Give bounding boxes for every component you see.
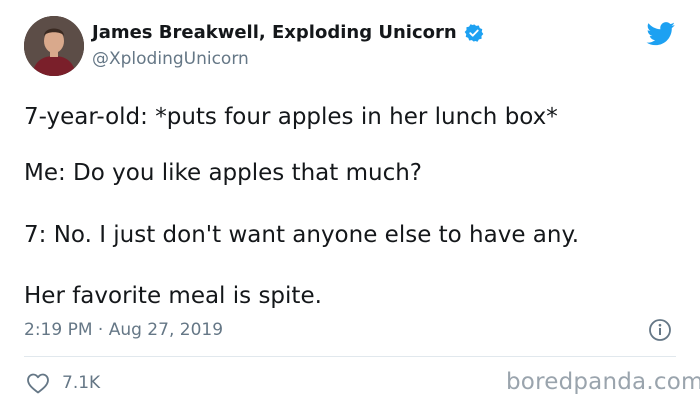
verified-badge-icon [464, 23, 484, 42]
display-name[interactable]: James Breakwell, Exploding Unicorn [92, 22, 457, 43]
avatar[interactable] [24, 16, 84, 76]
info-icon[interactable] [648, 318, 672, 342]
tweet-timestamp[interactable]: 2:19 PM · Aug 27, 2019 [24, 320, 223, 340]
tweet-text-line: 7-year-old: *puts four apples in her lun… [24, 104, 558, 130]
author-name-row: James Breakwell, Exploding Unicorn [92, 22, 484, 43]
author-handle[interactable]: @XplodingUnicorn [92, 49, 249, 69]
like-count: 7.1K [62, 373, 101, 393]
like-action[interactable]: 7.1K [26, 372, 100, 394]
watermark: boredpanda.com [506, 369, 700, 395]
divider [24, 356, 676, 357]
tweet-text-line: 7: No. I just don't want anyone else to … [24, 222, 580, 248]
twitter-bird-icon[interactable] [646, 22, 676, 46]
tweet-card: James Breakwell, Exploding Unicorn @Xplo… [0, 0, 700, 410]
user-avatar-icon [24, 16, 84, 76]
tweet-text-line: Her favorite meal is spite. [24, 283, 322, 309]
heart-icon[interactable] [26, 372, 50, 394]
tweet-text-line: Me: Do you like apples that much? [24, 160, 423, 186]
